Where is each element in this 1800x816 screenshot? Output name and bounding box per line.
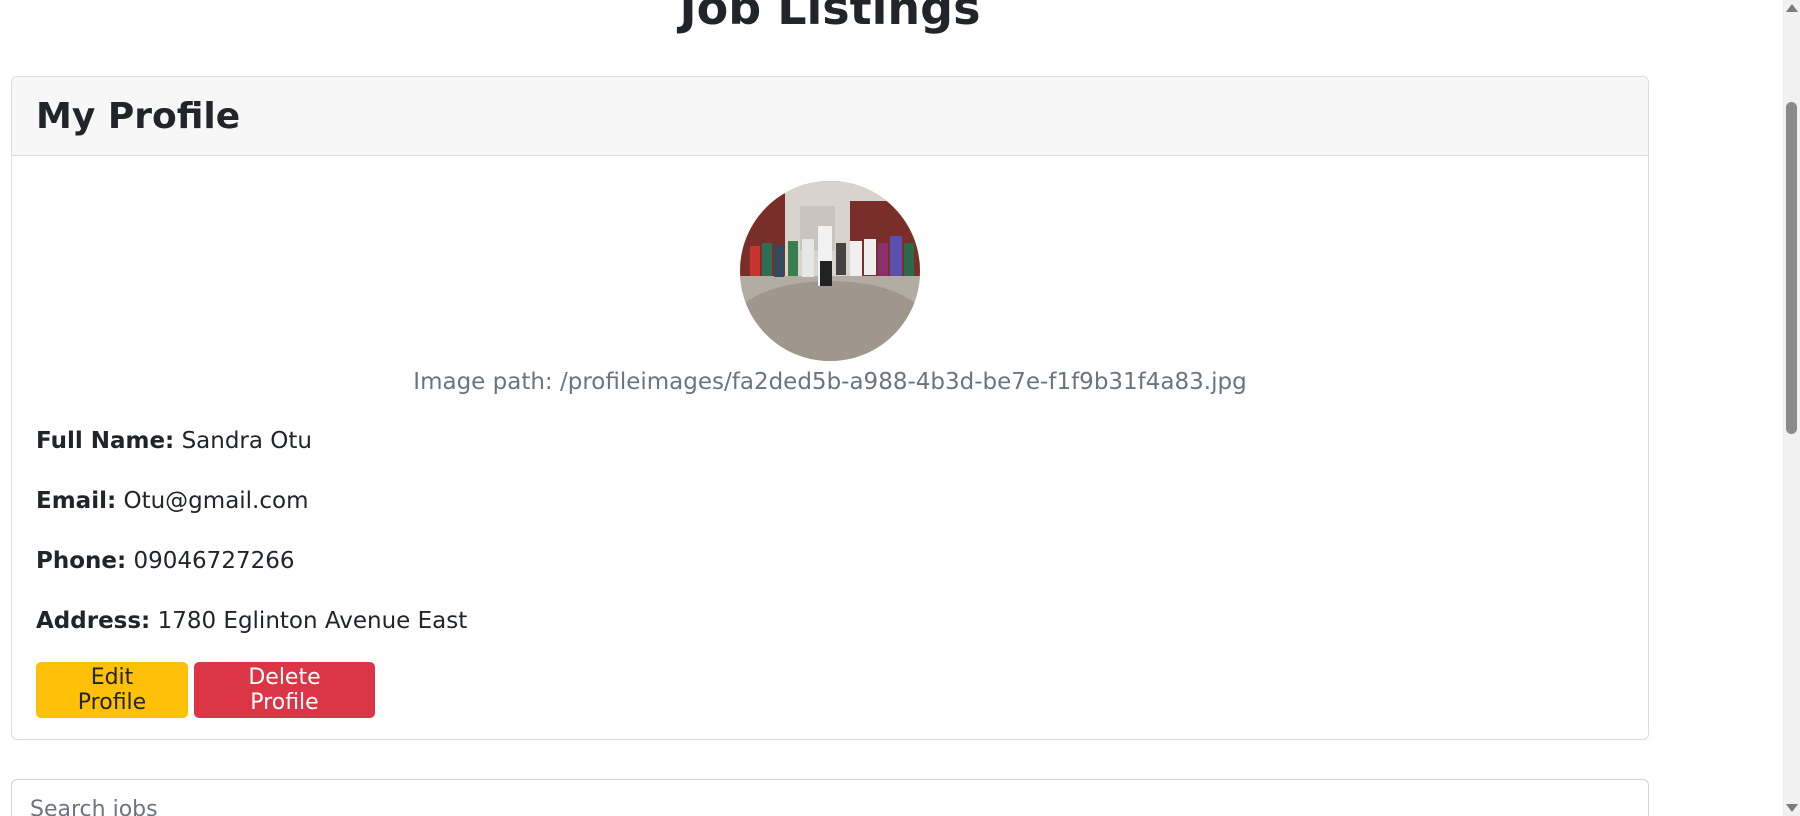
edit-profile-button[interactable]: Edit Profile xyxy=(36,662,188,718)
profile-card: My Profile Image path: /profileimages/fa… xyxy=(11,76,1649,740)
scrollbar-thumb[interactable] xyxy=(1786,102,1797,434)
page-title: Job Listings xyxy=(679,0,981,35)
profile-photo-graphic xyxy=(740,181,920,361)
address-field: Address: 1780 Eglinton Avenue East xyxy=(36,608,467,634)
full-name-field: Full Name: Sandra Otu xyxy=(36,428,312,454)
image-path-text: Image path: /profileimages/fa2ded5b-a988… xyxy=(413,369,1247,395)
search-jobs-input[interactable] xyxy=(11,779,1649,816)
full-name-value: Sandra Otu xyxy=(181,428,312,454)
profile-card-header: My Profile xyxy=(12,77,1648,156)
phone-field: Phone: 09046727266 xyxy=(36,548,294,574)
email-field: Email: Otu@gmail.com xyxy=(36,488,309,514)
phone-label: Phone: xyxy=(36,548,127,574)
profile-header-title: My Profile xyxy=(36,95,241,137)
address-label: Address: xyxy=(36,608,151,634)
email-value: Otu@gmail.com xyxy=(123,488,309,514)
delete-profile-button[interactable]: Delete Profile xyxy=(194,662,375,718)
email-label: Email: xyxy=(36,488,117,514)
scroll-up-arrow-icon[interactable] xyxy=(1786,4,1798,12)
full-name-label: Full Name: xyxy=(36,428,175,454)
profile-image xyxy=(740,181,920,361)
vertical-scrollbar[interactable] xyxy=(1783,0,1800,816)
page-viewport: Job Listings My Profile Image path: /pro… xyxy=(0,0,1783,816)
scroll-down-arrow-icon[interactable] xyxy=(1786,804,1798,812)
phone-value: 09046727266 xyxy=(133,548,295,574)
address-value: 1780 Eglinton Avenue East xyxy=(157,608,468,634)
